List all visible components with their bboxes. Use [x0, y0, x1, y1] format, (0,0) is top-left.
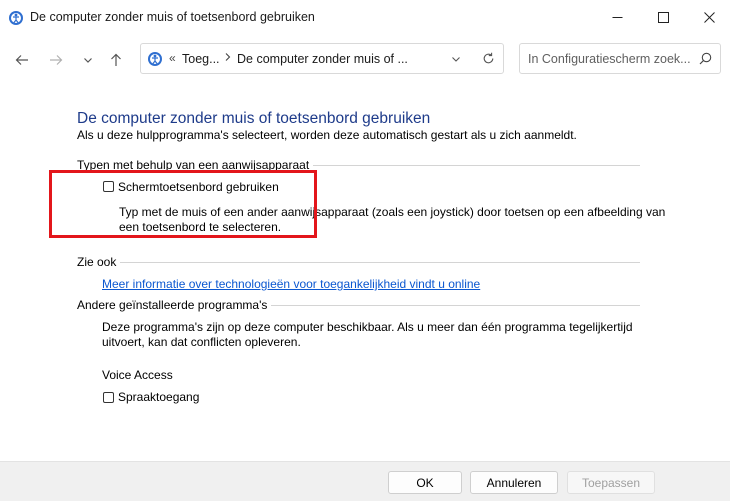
section-title-other-programs: Andere geïnstalleerde programma's — [77, 298, 272, 312]
ok-button[interactable]: OK — [388, 471, 462, 494]
close-icon — [703, 11, 715, 23]
cancel-button[interactable]: Annuleren — [470, 471, 558, 494]
apply-button[interactable]: Toepassen — [567, 471, 655, 494]
forward-button[interactable] — [46, 50, 66, 70]
search-icon[interactable] — [699, 52, 712, 68]
minimize-button[interactable] — [594, 0, 640, 34]
arrow-up-icon — [111, 53, 121, 66]
arrow-left-icon — [15, 55, 28, 65]
maximize-icon — [657, 11, 669, 23]
up-button[interactable] — [106, 50, 126, 70]
other-programs-description-line2: uitvoert, kan dat conflicten opleveren. — [102, 335, 301, 349]
section-divider — [77, 262, 640, 263]
program-name: Voice Access — [102, 368, 173, 382]
highlight-box — [49, 170, 317, 238]
page-heading: De computer zonder muis of toetsenbord g… — [77, 110, 431, 127]
chevron-down-icon — [84, 58, 92, 63]
arrow-right-icon — [50, 55, 63, 65]
refresh-icon[interactable] — [482, 52, 495, 68]
breadcrumb-overflow[interactable]: « — [169, 51, 176, 65]
control-panel-icon — [147, 51, 163, 67]
window-title: De computer zonder muis of toetsenbord g… — [30, 10, 315, 24]
page-subtitle: Als u deze hulpprogramma's selecteert, w… — [77, 128, 577, 142]
voice-access-label[interactable]: Spraaktoegang — [118, 390, 199, 404]
voice-access-checkbox[interactable] — [103, 392, 114, 403]
accessibility-info-link[interactable]: Meer informatie over technologieën voor … — [102, 277, 480, 291]
control-panel-icon — [8, 10, 24, 26]
address-dropdown-icon[interactable] — [451, 53, 461, 67]
address-bar[interactable]: « Toeg... De computer zonder muis of ... — [140, 43, 504, 74]
close-button[interactable] — [686, 0, 730, 34]
chevron-right-icon — [224, 51, 232, 65]
back-button[interactable] — [12, 50, 32, 70]
section-title-see-also: Zie ook — [77, 255, 121, 269]
minimize-icon — [612, 16, 622, 18]
maximize-button[interactable] — [640, 0, 686, 34]
breadcrumb-toegankelijkheid[interactable]: Toeg... — [182, 52, 220, 66]
search-box[interactable]: In Configuratiescherm zoek... — [519, 43, 721, 74]
other-programs-description-line1: Deze programma's zijn op deze computer b… — [102, 320, 633, 334]
title-bar: De computer zonder muis of toetsenbord g… — [0, 0, 730, 36]
breadcrumb-current-page[interactable]: De computer zonder muis of ... — [237, 52, 408, 66]
search-input[interactable]: In Configuratiescherm zoek... — [528, 52, 691, 66]
recent-locations-button[interactable] — [78, 50, 98, 70]
